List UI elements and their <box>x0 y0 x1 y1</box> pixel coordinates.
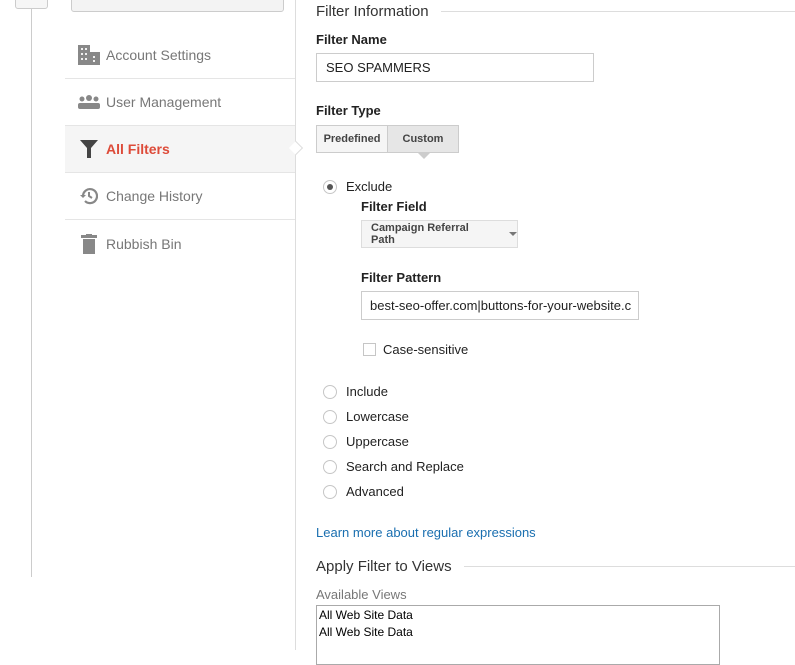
filter-name-input[interactable]: SEO SPAMMERS <box>316 53 594 82</box>
trash-icon <box>65 233 106 254</box>
radio-label: Lowercase <box>346 409 409 424</box>
radio-icon <box>323 459 337 474</box>
sidebar-item-all-filters[interactable]: All Filters <box>65 126 295 173</box>
filter-type-label: Filter Type <box>316 103 381 118</box>
radio-label: Include <box>346 384 388 399</box>
checkbox-label: Case-sensitive <box>383 342 469 357</box>
filter-pattern-input[interactable]: best-seo-offer.com|buttons-for-your-webs… <box>361 291 639 320</box>
filter-icon <box>65 140 106 158</box>
lowercase-radio[interactable]: Lowercase <box>323 409 409 424</box>
include-radio[interactable]: Include <box>323 384 388 399</box>
history-icon <box>65 187 106 205</box>
sidebar-item-label: User Management <box>106 94 222 110</box>
sidebar-item-account-settings[interactable]: Account Settings <box>65 32 295 79</box>
uppercase-radio[interactable]: Uppercase <box>323 434 409 449</box>
dropdown-value: Campaign Referral Path <box>371 222 469 246</box>
tree-line <box>31 9 32 577</box>
sidebar-divider <box>295 0 296 650</box>
available-views-list[interactable]: All Web Site Data All Web Site Data <box>316 605 720 665</box>
radio-icon <box>323 384 337 399</box>
sidebar-item-label: Change History <box>106 188 203 204</box>
case-sensitive-checkbox[interactable]: Case-sensitive <box>363 342 468 357</box>
section-title: Filter Information <box>316 2 429 20</box>
sidebar-item-label: Rubbish Bin <box>106 235 182 252</box>
apply-filter-section: Apply Filter to Views <box>316 557 795 575</box>
radio-label: Uppercase <box>346 434 409 449</box>
filter-information-section: Filter Information <box>316 2 795 20</box>
sidebar-item-change-history[interactable]: Change History <box>65 173 295 220</box>
top-left-button[interactable] <box>15 0 48 9</box>
custom-button[interactable]: Custom <box>388 125 459 153</box>
radio-label: Search and Replace <box>346 459 464 474</box>
radio-label: Advanced <box>346 484 404 499</box>
filter-field-label: Filter Field <box>361 199 427 214</box>
caret-icon <box>417 152 431 159</box>
radio-icon <box>323 484 337 499</box>
advanced-radio[interactable]: Advanced <box>323 484 404 499</box>
available-views-label: Available Views <box>316 587 407 602</box>
chevron-down-icon <box>509 232 517 236</box>
filter-type-toggle: Predefined Custom <box>316 125 459 153</box>
sidebar-item-label: Account Settings <box>106 47 212 63</box>
users-icon <box>65 95 106 109</box>
predefined-button[interactable]: Predefined <box>316 125 388 153</box>
radio-icon <box>323 434 337 449</box>
checkbox-icon <box>363 343 376 356</box>
sidebar: Account Settings User Management All Fil… <box>65 32 295 267</box>
sidebar-item-label: All Filters <box>106 141 170 157</box>
account-selector[interactable] <box>71 0 284 12</box>
radio-icon <box>323 409 337 424</box>
radio-label: Exclude <box>346 179 393 194</box>
search-replace-radio[interactable]: Search and Replace <box>323 459 464 474</box>
exclude-radio[interactable]: Exclude <box>323 179 392 194</box>
radio-icon <box>323 179 337 194</box>
filter-name-label: Filter Name <box>316 32 387 47</box>
learn-more-link[interactable]: Learn more about regular expressions <box>316 525 536 540</box>
building-icon <box>65 45 106 65</box>
filter-pattern-label: Filter Pattern <box>361 270 442 285</box>
section-title: Apply Filter to Views <box>316 557 452 575</box>
list-item[interactable]: All Web Site Data <box>319 607 717 624</box>
sidebar-item-user-management[interactable]: User Management <box>65 79 295 126</box>
list-item[interactable]: All Web Site Data <box>319 624 717 641</box>
sidebar-item-rubbish-bin[interactable]: Rubbish Bin <box>65 220 295 267</box>
filter-field-dropdown[interactable]: Campaign Referral Path <box>361 220 518 248</box>
